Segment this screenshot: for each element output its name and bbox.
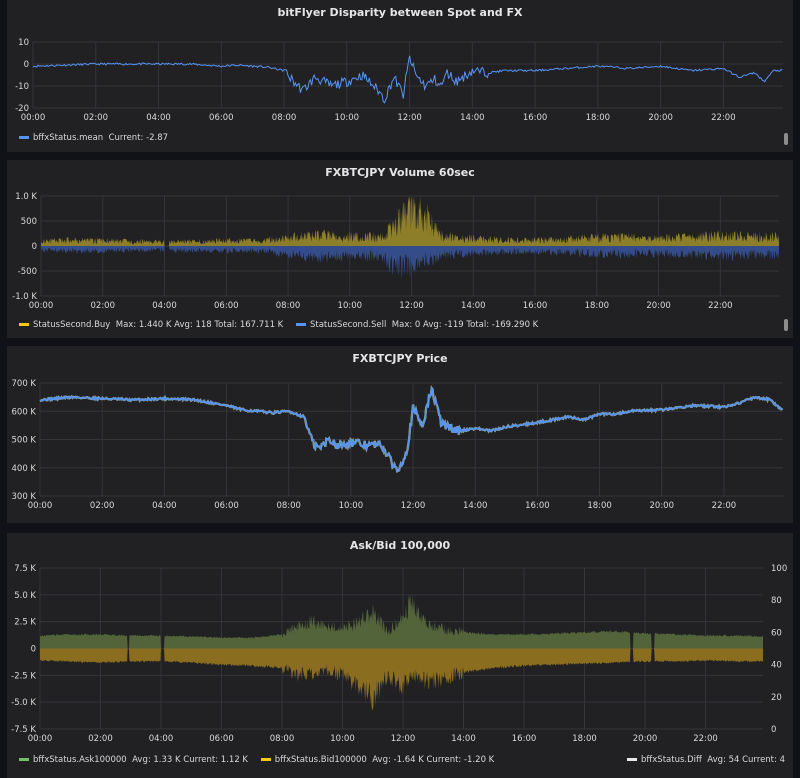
x-tick-label: 10:00 <box>330 734 355 744</box>
x-tick-label: 12:00 <box>399 301 424 311</box>
x-tick-label: 06:00 <box>209 734 234 744</box>
y-tick-label: 1.0 K <box>15 192 37 202</box>
y-tick-label: 700 K <box>12 379 37 389</box>
x-tick-label: 08:00 <box>276 301 301 311</box>
x-tick-label: 12:00 <box>397 113 422 123</box>
x-tick-label: 12:00 <box>401 501 426 511</box>
x-tick-label: 04:00 <box>152 501 177 511</box>
x-tick-label: 00:00 <box>28 734 53 744</box>
y2-tick-label: 40 <box>771 661 782 671</box>
y-tick-label: 7.5 K <box>14 564 36 574</box>
y-tick-label: 5.0 K <box>14 591 36 601</box>
price-chart: 700 K600 K500 K400 K300 K00:00 02:00 04:00… <box>12 379 784 511</box>
x-tick-label: 14:00 <box>463 501 488 511</box>
y-tick-label: 600 K <box>12 407 37 417</box>
x-tick-label: 10:00 <box>338 301 363 311</box>
x-tick-label: 00:00 <box>29 301 54 311</box>
x-tick-label: 16:00 <box>523 113 548 123</box>
x-tick-label: 02:00 <box>90 501 115 511</box>
x-tick-label: 04:00 <box>146 113 171 123</box>
series-area-sell <box>41 246 779 281</box>
x-tick-label: 02:00 <box>84 113 109 123</box>
y-tick-label: 2.5 K <box>14 618 36 628</box>
x-tick-label: 02:00 <box>91 301 116 311</box>
x-tick-label: 08:00 <box>276 501 301 511</box>
panel-volume: FXBTCJPY Volume 60sec 1.0 K 500 0 -500 -1.0 … <box>7 160 793 338</box>
y2-tick-label: 100 <box>771 564 787 574</box>
y-tick-label: -500 <box>18 267 37 277</box>
legend-item-sell[interactable]: StatusSecond.Sell Max: 0 Avg: -119 Total… <box>295 320 538 330</box>
panel-disparity: bitFlyer Disparity between Spot and FX 1… <box>7 0 793 152</box>
panel-askbid: Ask/Bid 100,000 7.5 K 5.0 K 2.5 K 0 -2.5 K -5… <box>7 533 793 778</box>
x-tick-label: 14:00 <box>461 301 486 311</box>
x-tick-label: 06:00 <box>214 501 239 511</box>
x-tick-label: 00:00 <box>21 113 46 123</box>
askbid-chart: 7.5 K5.0 K2.5 K0-2.5 K-5.0 K-7.5 K00:00 0… <box>11 564 787 744</box>
disparity-chart: 100-10-2000:00 02:00 04:00 06:00 08:00 10:00 1… <box>15 38 783 123</box>
x-tick-label: 22:00 <box>711 113 736 123</box>
y2-tick-label: 60 <box>771 628 782 638</box>
x-tick-label: 10:00 <box>339 501 364 511</box>
y2-tick-label: 0 <box>771 725 776 735</box>
y2-tick-label: 20 <box>771 693 782 703</box>
x-tick-label: 16:00 <box>525 501 550 511</box>
panel-price: FXBTCJPY Price 700 K 600 K 500 K 400 K 300 K… <box>7 346 793 523</box>
x-tick-label: 22:00 <box>708 301 733 311</box>
y-tick-label: 0 <box>24 60 29 70</box>
y-tick-label: 10 <box>18 38 29 48</box>
x-tick-label: 14:00 <box>460 113 485 123</box>
series-line-mean <box>32 55 783 104</box>
legend-item-diff[interactable]: bffxStatus.Diff Avg: 54 Current: 4 <box>627 755 785 765</box>
y-tick-label: -5.0 K <box>11 698 36 708</box>
x-tick-label: 04:00 <box>149 734 174 744</box>
x-tick-label: 22:00 <box>712 501 737 511</box>
legend: bffxStatus.Ask100000 Avg: 1.33 K Current… <box>19 755 504 765</box>
legend-item-mean[interactable]: bffxStatus.mean Current: -2.87 <box>19 133 168 143</box>
x-tick-label: 12:00 <box>391 734 416 744</box>
legend-scrollbar[interactable] <box>784 133 788 145</box>
y-tick-label: 0 <box>31 645 36 655</box>
legend-item-ask[interactable]: bffxStatus.Ask100000 Avg: 1.33 K Current… <box>19 755 248 765</box>
y2-tick-label: 80 <box>771 596 782 606</box>
x-tick-label: 20:00 <box>648 113 673 123</box>
x-tick-label: 08:00 <box>272 113 297 123</box>
y-tick-label: 500 <box>21 217 37 227</box>
x-tick-label: 18:00 <box>572 734 597 744</box>
x-tick-label: 00:00 <box>28 501 53 511</box>
legend: StatusSecond.Buy Max: 1.440 K Avg: 118 T… <box>19 320 548 330</box>
x-tick-label: 18:00 <box>587 501 612 511</box>
y-tick-label: 0 <box>32 242 37 252</box>
x-tick-label: 22:00 <box>693 734 718 744</box>
x-tick-label: 16:00 <box>523 301 548 311</box>
x-tick-label: 04:00 <box>152 301 177 311</box>
x-tick-label: 20:00 <box>650 501 675 511</box>
x-tick-label: 18:00 <box>586 113 611 123</box>
x-tick-label: 20:00 <box>646 301 671 311</box>
y-tick-label: -2.5 K <box>11 671 36 681</box>
x-tick-label: 08:00 <box>270 734 295 744</box>
volume-chart: 1.0 K5000-500-1.0 K00:00 02:00 04:00 06:00 0… <box>12 192 779 311</box>
legend-item-buy[interactable]: StatusSecond.Buy Max: 1.440 K Avg: 118 T… <box>19 320 283 330</box>
y-tick-label: 500 K <box>12 436 37 446</box>
x-tick-label: 06:00 <box>209 113 234 123</box>
x-tick-label: 10:00 <box>335 113 360 123</box>
x-tick-label: 02:00 <box>88 734 113 744</box>
legend-scrollbar[interactable] <box>784 319 788 331</box>
legend: bffxStatus.mean Current: -2.87 <box>19 133 178 143</box>
x-tick-label: 06:00 <box>214 301 239 311</box>
x-tick-label: 14:00 <box>451 734 476 744</box>
y-tick-label: -10 <box>15 82 29 92</box>
x-tick-label: 20:00 <box>633 734 658 744</box>
series-area-bid <box>40 648 763 711</box>
x-tick-label: 18:00 <box>585 301 610 311</box>
legend-item-bid[interactable]: bffxStatus.Bid100000 Avg: -1.64 K Curren… <box>260 755 494 765</box>
y-tick-label: 400 K <box>12 464 37 474</box>
series-line-price <box>39 385 784 473</box>
x-tick-label: 16:00 <box>512 734 537 744</box>
